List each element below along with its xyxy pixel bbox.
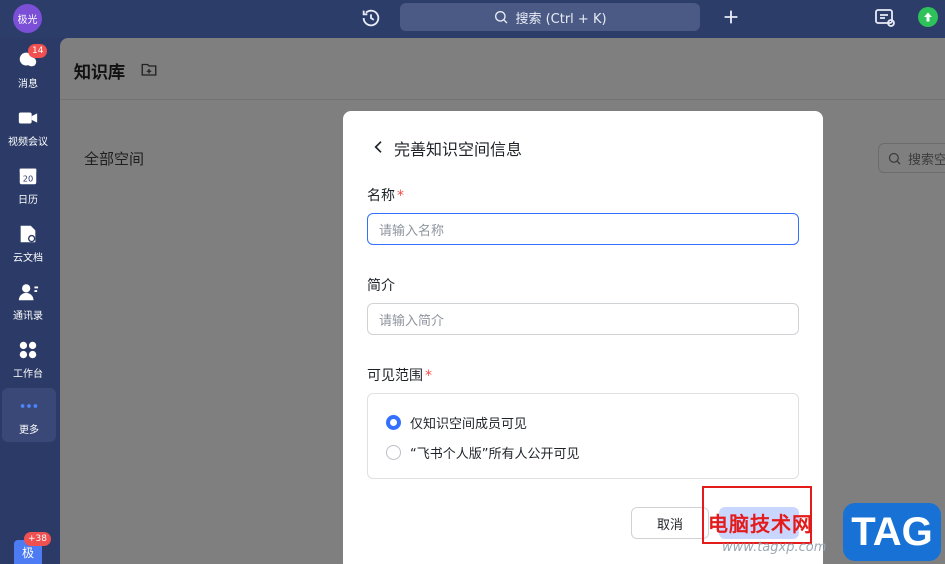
user-avatar[interactable]: 极光: [13, 4, 42, 33]
sidebar-item-more[interactable]: 更多: [2, 388, 56, 442]
calendar-date: 20: [23, 173, 34, 183]
intro-label: 简介: [367, 275, 395, 295]
more-icon: [20, 403, 38, 408]
radio-label: 仅知识空间成员可见: [410, 417, 528, 432]
sidebar-item-messages[interactable]: 消息 14: [0, 42, 56, 96]
intro-label-text: 简介: [367, 278, 395, 294]
visibility-options: 仅知识空间成员可见 “飞书个人版”所有人公开可见: [367, 393, 799, 479]
radio-public[interactable]: “飞书个人版”所有人公开可见: [386, 443, 579, 462]
name-input-placeholder: 请输入名称: [379, 223, 445, 239]
contacts-icon: [18, 283, 39, 300]
all-spaces-heading: 全部空间: [84, 150, 145, 168]
visibility-label: 可见范围 *: [367, 365, 432, 385]
radio-members-only[interactable]: 仅知识空间成员可见: [386, 413, 527, 432]
sidebar: 消息 14 视频会议 20 日历 云文档 通讯录 工作台 更多 极 +38: [0, 38, 60, 564]
name-label-text: 名称: [367, 188, 395, 204]
sidebar-item-contacts[interactable]: 通讯录: [0, 274, 56, 328]
search-icon: [495, 11, 508, 24]
watermark-url: www.tagxp.com: [722, 540, 827, 555]
sidebar-item-video-meeting[interactable]: 视频会议: [0, 100, 56, 154]
plus-icon[interactable]: [720, 6, 742, 28]
sidebar-item-workplace[interactable]: 工作台: [0, 332, 56, 386]
sidebar-item-label: 通讯录: [13, 310, 43, 322]
radio-checked-icon[interactable]: [386, 415, 401, 430]
watermark-site-name: 电脑技术网: [708, 512, 813, 536]
tenant-badge: +38: [24, 532, 51, 546]
history-icon[interactable]: [360, 7, 382, 29]
calendar-icon: 20: [19, 168, 37, 184]
top-bar: 极光 搜索 (Ctrl + K): [0, 0, 945, 38]
search-label: 搜索 (Ctrl + K): [515, 11, 607, 27]
name-label: 名称 *: [367, 185, 404, 205]
page-title: 知识库: [74, 63, 125, 83]
sidebar-item-label: 工作台: [13, 368, 43, 380]
required-mark: *: [425, 368, 432, 384]
sidebar-item-label: 更多: [19, 424, 39, 436]
wiki-settings-icon[interactable]: [140, 60, 158, 78]
sidebar-item-label: 消息: [18, 78, 38, 90]
radio-unchecked-icon[interactable]: [386, 445, 401, 460]
sidebar-item-label: 云文档: [13, 252, 43, 264]
radio-label: “飞书个人版”所有人公开可见: [410, 447, 580, 462]
cloud-doc-icon: [20, 225, 36, 242]
search-icon: [888, 152, 901, 165]
watermark-tag-logo: TAG: [843, 503, 941, 561]
workplace-icon: [19, 341, 37, 358]
sidebar-item-label: 日历: [18, 194, 38, 206]
required-mark: *: [397, 188, 404, 204]
sidebar-item-docs[interactable]: 云文档: [0, 216, 56, 270]
main-header: 知识库: [60, 38, 945, 100]
name-input[interactable]: 请输入名称: [367, 213, 799, 245]
back-arrow-icon[interactable]: [371, 139, 387, 155]
dialog-title: 完善知识空间信息: [394, 140, 523, 159]
cancel-button[interactable]: 取消: [631, 507, 709, 539]
reminder-icon[interactable]: [873, 6, 897, 30]
video-camera-icon: [18, 112, 38, 123]
upgrade-icon[interactable]: [918, 7, 938, 27]
message-badge: 14: [28, 44, 48, 58]
intro-input-placeholder: 请输入简介: [379, 313, 445, 329]
sidebar-item-calendar[interactable]: 20 日历: [0, 158, 56, 212]
space-search-placeholder: 搜索空: [908, 152, 945, 168]
visibility-label-text: 可见范围: [367, 368, 423, 384]
sidebar-item-label: 视频会议: [8, 136, 48, 148]
global-search[interactable]: 搜索 (Ctrl + K): [400, 3, 700, 31]
intro-input[interactable]: 请输入简介: [367, 303, 799, 335]
space-search-input[interactable]: 搜索空: [878, 143, 945, 173]
